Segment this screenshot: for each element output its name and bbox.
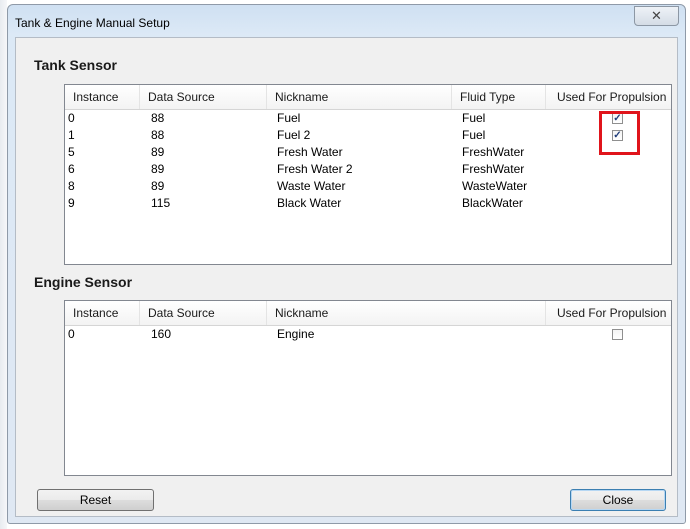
cell-instance: 1: [68, 128, 75, 142]
cell-data-source: 88: [151, 128, 165, 142]
window-title: Tank & Engine Manual Setup: [15, 16, 170, 30]
cell-nickname: Fresh Water: [277, 145, 343, 159]
dialog-window: Tank & Engine Manual Setup ✕ Tank Sensor…: [7, 4, 686, 524]
cell-data-source: 89: [151, 162, 165, 176]
tank-sensor-title: Tank Sensor: [34, 57, 117, 73]
cell-nickname: Engine: [277, 327, 315, 341]
column-instance[interactable]: Instance: [65, 85, 140, 109]
cell-instance: 9: [68, 196, 75, 210]
title-bar[interactable]: Tank & Engine Manual Setup ✕: [8, 5, 685, 37]
table-row[interactable]: 6 89 Fresh Water 2 FreshWater: [65, 161, 671, 178]
reset-button[interactable]: Reset: [37, 489, 154, 511]
cell-nickname: Fuel 2: [277, 128, 311, 142]
propulsion-checkbox[interactable]: [612, 329, 623, 340]
cell-fluid-type: BlackWater: [462, 196, 523, 210]
cell-nickname: Fresh Water 2: [277, 162, 353, 176]
cell-instance: 0: [68, 327, 75, 341]
cell-fluid-type: FreshWater: [462, 145, 525, 159]
column-nickname[interactable]: Nickname: [267, 301, 546, 325]
cell-data-source: 89: [151, 179, 165, 193]
close-button[interactable]: Close: [570, 489, 666, 511]
cell-instance: 5: [68, 145, 75, 159]
engine-sensor-list[interactable]: Instance Data Source Nickname Used For P…: [64, 300, 672, 476]
table-row[interactable]: 1 88 Fuel 2 Fuel ✓: [65, 127, 671, 144]
cell-instance: 6: [68, 162, 75, 176]
cell-data-source: 160: [151, 327, 172, 341]
table-row[interactable]: 8 89 Waste Water WasteWater: [65, 178, 671, 195]
cell-instance: 0: [68, 111, 75, 125]
table-row[interactable]: 0 88 Fuel Fuel ✓: [65, 110, 671, 127]
cell-nickname: Black Water: [277, 196, 342, 210]
table-row[interactable]: 0 160 Engine: [65, 326, 671, 343]
cell-data-source: 89: [151, 145, 165, 159]
engine-list-header: Instance Data Source Nickname Used For P…: [65, 301, 671, 326]
column-nickname[interactable]: Nickname: [267, 85, 452, 109]
cell-fluid-type: Fuel: [462, 111, 486, 125]
column-fluid-type[interactable]: Fluid Type: [452, 85, 546, 109]
cell-nickname: Waste Water: [277, 179, 346, 193]
column-data-source[interactable]: Data Source: [140, 85, 267, 109]
cell-data-source: 88: [151, 111, 165, 125]
engine-sensor-title: Engine Sensor: [34, 274, 133, 290]
background-strip: [0, 0, 7, 529]
column-data-source[interactable]: Data Source: [140, 301, 267, 325]
tank-sensor-list[interactable]: Instance Data Source Nickname Fluid Type…: [64, 84, 672, 265]
cell-data-source: 115: [151, 196, 171, 210]
cell-fluid-type: Fuel: [462, 128, 486, 142]
column-used-for-propulsion[interactable]: Used For Propulsion: [546, 301, 671, 325]
cell-fluid-type: WasteWater: [462, 179, 528, 193]
dialog-body: Tank Sensor Instance Data Source Nicknam…: [15, 37, 678, 517]
table-row[interactable]: 9 115 Black Water BlackWater: [65, 195, 671, 212]
table-row[interactable]: 5 89 Fresh Water FreshWater: [65, 144, 671, 161]
close-window-button[interactable]: ✕: [634, 6, 679, 26]
column-used-for-propulsion[interactable]: Used For Propulsion: [546, 85, 671, 109]
cell-nickname: Fuel: [277, 111, 301, 125]
propulsion-highlight-box: [599, 111, 640, 155]
cell-instance: 8: [68, 179, 75, 193]
close-icon: ✕: [651, 8, 662, 23]
tank-list-header: Instance Data Source Nickname Fluid Type…: [65, 85, 671, 110]
cell-fluid-type: FreshWater: [462, 162, 525, 176]
column-instance[interactable]: Instance: [65, 301, 140, 325]
